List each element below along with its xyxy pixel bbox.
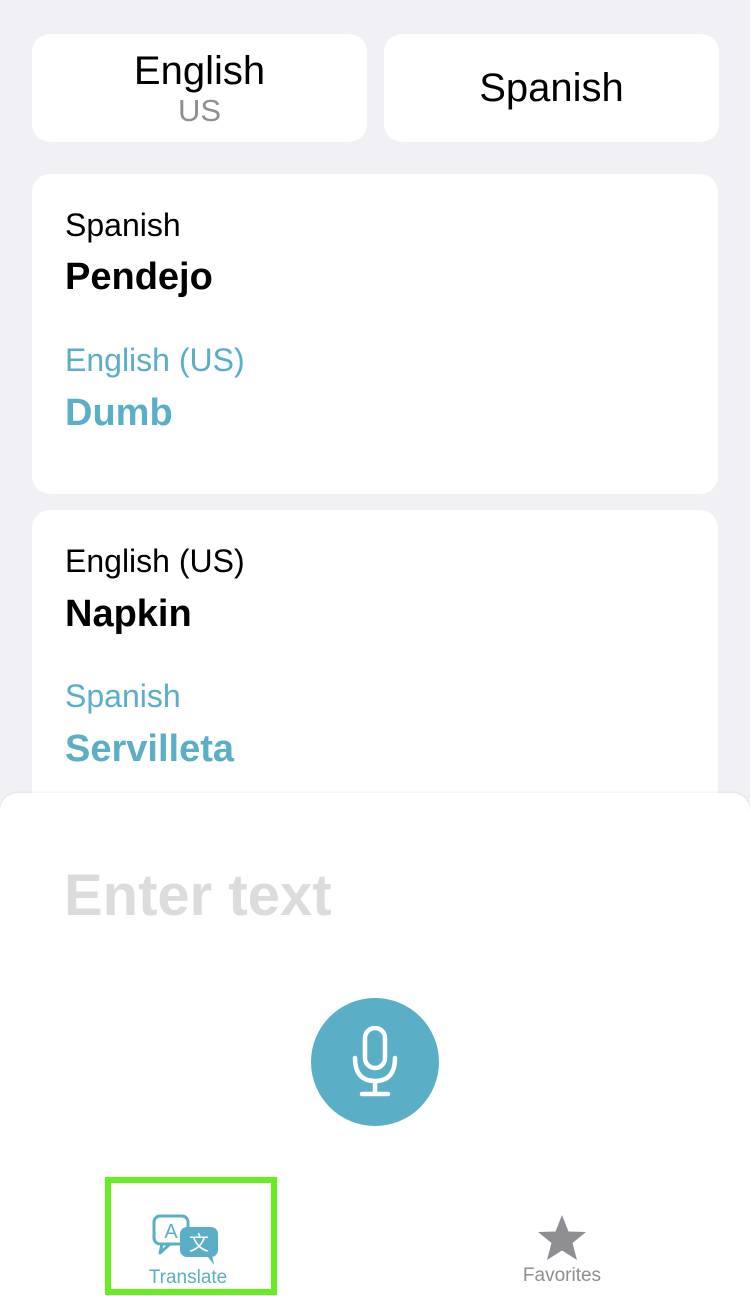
- tab-translate-label: Translate: [148, 1267, 228, 1288]
- translate-icon: A 文: [152, 1214, 218, 1265]
- history-source-language: Spanish: [65, 207, 181, 243]
- history-target-text: Dumb: [65, 392, 173, 434]
- svg-text:A: A: [164, 1221, 178, 1243]
- tab-translate[interactable]: A 文 Translate: [108, 1213, 268, 1293]
- history-card[interactable]: Spanish Pendejo English (US) Dumb: [32, 174, 718, 494]
- target-language-button[interactable]: Spanish: [384, 34, 719, 142]
- microphone-button[interactable]: [311, 998, 439, 1126]
- history-target-language: Spanish: [65, 678, 181, 714]
- source-language-name: English: [133, 49, 266, 93]
- source-language-button[interactable]: English US: [32, 34, 367, 142]
- svg-text:文: 文: [189, 1231, 209, 1255]
- microphone-icon: [352, 1026, 398, 1097]
- tab-favorites[interactable]: Favorites: [482, 1213, 642, 1293]
- tab-favorites-label: Favorites: [522, 1265, 602, 1286]
- source-language-region: US: [177, 93, 222, 128]
- history-target-language: English (US): [65, 342, 245, 378]
- history-source-text: Napkin: [65, 593, 192, 635]
- input-panel: A 文 Translate Favorites: [0, 793, 750, 1296]
- star-icon: [538, 1215, 586, 1260]
- history-source-text: Pendejo: [65, 256, 213, 298]
- text-input[interactable]: [64, 855, 684, 935]
- history-source-language: English (US): [65, 543, 245, 579]
- history-target-text: Servilleta: [65, 728, 234, 770]
- target-language-name: Spanish: [479, 66, 624, 110]
